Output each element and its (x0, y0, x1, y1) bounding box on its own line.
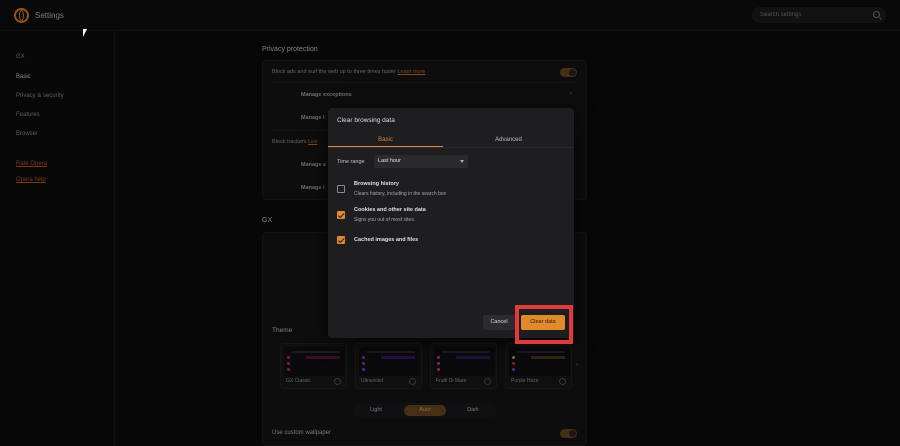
chevron-down-icon (460, 160, 464, 163)
browsing-history-desc: Clears history, including in the search … (354, 191, 447, 197)
time-range-value: Last hour (378, 158, 401, 164)
tab-divider (328, 147, 574, 148)
active-tab-indicator (328, 146, 443, 147)
dialog-title: Clear browsing data (337, 117, 395, 124)
tab-advanced[interactable]: Advanced (443, 133, 574, 147)
cookies-checkbox[interactable] (337, 211, 345, 219)
cached-images-checkbox[interactable] (337, 236, 345, 244)
cookies-title: Cookies and other site data (354, 207, 426, 213)
tab-basic[interactable]: Basic (328, 133, 443, 147)
browsing-history-checkbox[interactable] (337, 185, 345, 193)
clear-browsing-data-dialog: Clear browsing data Basic Advanced Time … (328, 108, 574, 338)
time-range-select[interactable]: Last hour (374, 155, 468, 168)
cookies-desc: Signs you out of most sites. (354, 217, 416, 223)
clear-data-highlight (515, 305, 573, 344)
cached-images-title: Cached images and files (354, 237, 419, 243)
time-range-label: Time range (337, 159, 365, 165)
cancel-button[interactable]: Cancel (483, 315, 515, 330)
mouse-cursor-icon (83, 29, 87, 37)
browsing-history-title: Browsing history (354, 181, 399, 187)
